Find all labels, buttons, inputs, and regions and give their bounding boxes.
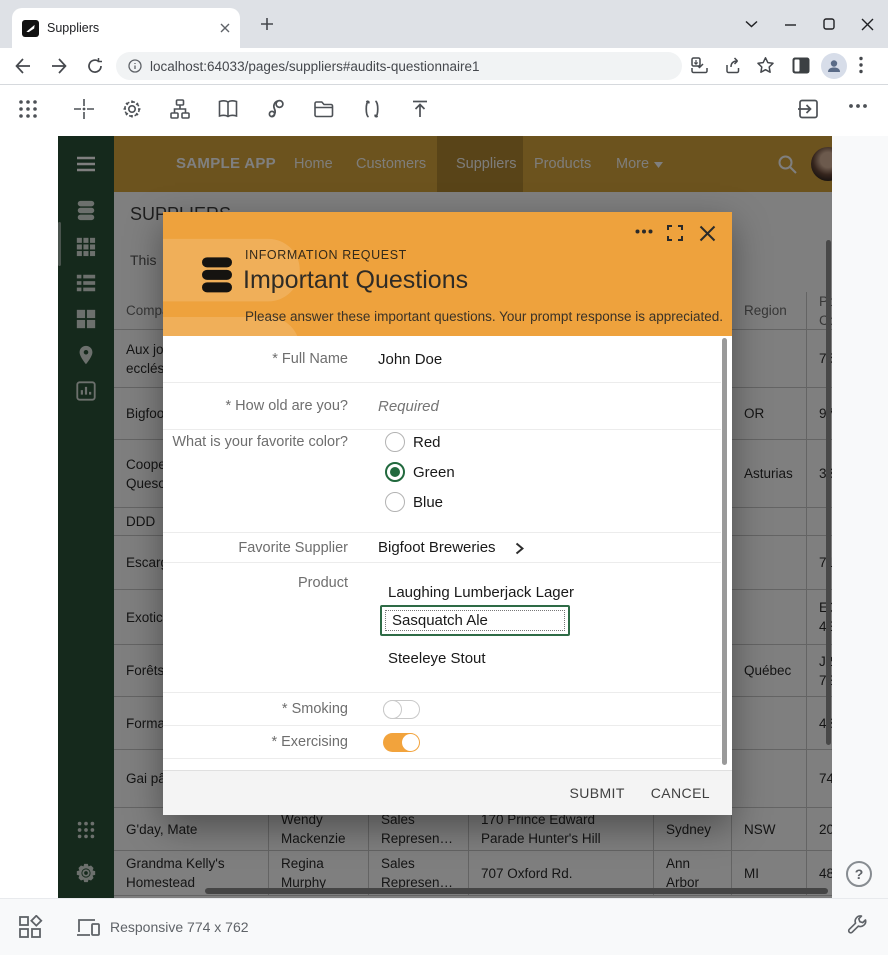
reload-icon[interactable] [86,57,104,75]
url-field[interactable]: localhost:64033/pages/suppliers#audits-q… [116,52,682,80]
dialog-footer: SUBMIT CANCEL [163,770,732,815]
chevron-right-icon[interactable] [515,542,524,555]
field-row-smoking: * Smoking [163,693,721,726]
field-row-exercising: * Exercising [163,726,721,759]
page-toolbar [0,85,888,133]
right-margin [832,136,888,898]
responsive-size-label: Responsive 774 x 762 [110,919,249,935]
download-icon[interactable] [690,56,709,75]
grid-dots-icon[interactable] [16,97,40,121]
dialog-scrollbar[interactable] [722,338,727,765]
radio-red-label: Red [413,433,441,453]
browser-tabstrip: Suppliers [0,0,888,48]
tab-favicon-icon [22,20,39,37]
site-info-icon [128,59,142,73]
toolbar-more-icon[interactable] [848,103,868,109]
dialog-expand-icon[interactable] [667,225,683,241]
browser-menu-kebab-icon[interactable] [859,56,863,74]
field-row-full-name: * Full Name John Doe [163,336,721,383]
age-label: * How old are you? [163,383,348,430]
gear-icon[interactable] [120,97,144,121]
field-row-product: Product Laughing Lumberjack Lager Sasqua… [163,563,721,693]
dialog-header: INFORMATION REQUEST Important Questions … [163,212,732,336]
dialog-close-icon[interactable] [699,225,716,242]
dialog-title: Important Questions [243,266,468,295]
tab-title: Suppliers [47,21,220,35]
upload-icon[interactable] [408,97,432,121]
product-label: Product [163,575,348,591]
help-question-icon: ? [855,866,864,882]
radio-blue[interactable] [385,492,405,512]
help-button[interactable]: ? [846,861,872,887]
submit-button[interactable]: SUBMIT [570,785,625,801]
field-row-favorite-color: What is your favorite color? Red Green B… [163,430,721,533]
product-option-1[interactable]: Laughing Lumberjack Lager [388,583,574,603]
dialog-database-icon [197,254,237,294]
side-panel-icon[interactable] [792,57,810,74]
tab-close-icon[interactable] [220,23,230,33]
product-option-2-label: Sasquatch Ale [392,612,488,629]
favorite-supplier-label: Favorite Supplier [163,533,348,563]
browser-urlbar: localhost:64033/pages/suppliers#audits-q… [0,48,888,85]
share-icon[interactable] [724,56,743,75]
product-option-2-selected[interactable]: Sasquatch Ale [380,605,570,636]
field-row-age: * How old are you? Required [163,383,721,430]
crosshair-icon[interactable] [72,97,96,121]
favorite-color-label: What is your favorite color? [163,434,348,450]
browser-tab[interactable]: Suppliers [12,8,240,48]
exercising-label: * Exercising [163,726,348,759]
new-tab-button[interactable] [260,17,274,31]
components-diamond-grid-icon[interactable] [18,915,43,940]
back-icon[interactable] [14,57,32,75]
radio-red[interactable] [385,432,405,452]
responsive-devices-icon[interactable] [76,917,101,938]
dialog-menu-dots-icon[interactable] [635,229,653,234]
favorite-supplier-value[interactable]: Bigfoot Breweries [378,533,496,563]
smoking-label: * Smoking [163,693,348,726]
information-request-dialog: INFORMATION REQUEST Important Questions … [163,212,732,815]
bookmark-star-icon[interactable] [756,56,775,75]
window-minimize-icon[interactable] [784,18,797,31]
wrench-icon[interactable] [845,914,868,937]
product-option-3[interactable]: Steeleye Stout [388,649,486,669]
exercising-toggle[interactable] [383,733,420,752]
cancel-button[interactable]: CANCEL [651,785,710,801]
radio-blue-label: Blue [413,493,443,513]
smoking-toggle[interactable] [383,700,420,719]
sync-refresh-icon[interactable] [360,97,384,121]
url-text: localhost:64033/pages/suppliers#audits-q… [150,59,479,74]
age-input[interactable]: Required [378,383,439,430]
hook-api-icon[interactable] [264,97,288,121]
window-maximize-icon[interactable] [823,18,835,30]
forward-icon[interactable] [50,57,68,75]
radio-green[interactable] [385,462,405,482]
dialog-eyebrow: INFORMATION REQUEST [245,248,407,262]
book-icon[interactable] [216,97,240,121]
full-name-input[interactable]: John Doe [378,336,442,383]
radio-green-label: Green [413,463,455,483]
full-name-label: * Full Name [163,336,348,383]
window-close-icon[interactable] [861,18,874,31]
window-chevron-icon[interactable] [745,20,758,28]
folder-icon[interactable] [312,97,336,121]
exit-logout-icon[interactable] [796,97,822,121]
sitemap-icon[interactable] [168,97,192,121]
browser-profile-avatar[interactable] [821,53,847,79]
status-bar: Responsive 774 x 762 [0,898,888,955]
field-row-favorite-supplier: Favorite Supplier Bigfoot Breweries [163,533,721,563]
window-controls [745,0,874,48]
dialog-subtitle: Please answer these important questions.… [245,309,723,324]
